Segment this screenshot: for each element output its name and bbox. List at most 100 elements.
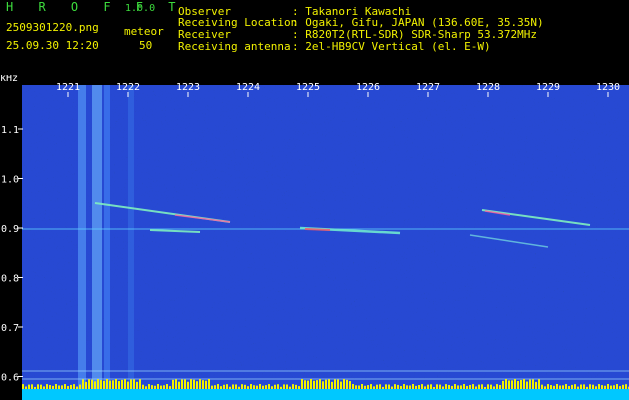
interference-band: [104, 85, 110, 390]
intensity-bar: [343, 379, 345, 389]
intensity-bar: [67, 385, 69, 389]
intensity-bar: [592, 384, 594, 389]
intensity-bar: [397, 384, 399, 389]
intensity-bar: [502, 380, 504, 389]
intensity-bar: [424, 386, 426, 389]
intensity-bar: [178, 381, 180, 389]
intensity-bar: [499, 385, 501, 389]
intensity-bar: [337, 379, 339, 389]
intensity-bar: [520, 379, 522, 389]
freq-tick-label: 1.1: [1, 125, 19, 136]
intensity-bar: [112, 380, 114, 389]
intensity-bar: [139, 379, 141, 389]
intensity-bar: [115, 379, 117, 389]
intensity-bar: [127, 381, 129, 389]
intensity-bar: [304, 380, 306, 389]
intensity-bar: [445, 384, 447, 389]
intensity-bar: [274, 384, 276, 389]
intensity-bar: [157, 384, 159, 389]
intensity-bar: [61, 385, 63, 389]
intensity-bar: [34, 386, 36, 389]
intensity-bar: [511, 380, 513, 389]
intensity-bar: [79, 384, 81, 389]
intensity-bar: [55, 384, 57, 389]
intensity-bar: [364, 385, 366, 389]
interference-band: [78, 85, 86, 390]
intensity-bar: [307, 380, 309, 389]
intensity-bar: [376, 384, 378, 389]
intensity-bar: [193, 379, 195, 389]
intensity-bar: [595, 386, 597, 389]
intensity-bar: [547, 384, 549, 389]
intensity-bar: [472, 384, 474, 389]
header-panel: H R O F F T 1.0.0 2509301220.png meteor …: [0, 0, 629, 75]
intensity-bar: [535, 381, 537, 389]
intensity-bar: [409, 385, 411, 389]
intensity-bar: [208, 379, 210, 389]
intensity-bar: [562, 385, 564, 389]
intensity-bar: [352, 384, 354, 389]
time-tick-label: 1227: [416, 82, 440, 93]
intensity-bar: [358, 385, 360, 389]
intensity-bar: [463, 384, 465, 389]
intensity-bar: [553, 385, 555, 389]
intensity-bar: [31, 384, 33, 389]
time-tick-label: 1226: [356, 82, 380, 93]
intensity-bar: [289, 386, 291, 389]
intensity-bar: [403, 384, 405, 389]
intensity-bar: [43, 386, 45, 389]
intensity-bar: [370, 384, 372, 389]
intensity-bar: [514, 379, 516, 389]
intensity-bar: [373, 386, 375, 389]
intensity-bar: [292, 384, 294, 389]
intensity-bar: [238, 386, 240, 389]
antenna-label: Receiving antenna: [178, 40, 291, 53]
intensity-bar: [286, 384, 288, 389]
intensity-bar: [577, 386, 579, 389]
intensity-bar: [316, 380, 318, 389]
intensity-bar: [346, 379, 348, 389]
intensity-bar: [91, 379, 93, 389]
intensity-bar: [253, 385, 255, 389]
intensity-bar: [214, 385, 216, 389]
intensity-bar: [190, 379, 192, 389]
intensity-bar: [598, 384, 600, 389]
intensity-bar: [154, 385, 156, 389]
intensity-bar: [106, 379, 108, 389]
intensity-bar: [250, 384, 252, 389]
intensity-bar: [451, 385, 453, 389]
intensity-bar: [508, 380, 510, 389]
meteor-label: meteor: [124, 25, 164, 38]
intensity-bar: [94, 381, 96, 389]
intensity-bar: [40, 384, 42, 389]
app-version: 1.0.0: [125, 3, 156, 14]
intensity-bar: [622, 384, 624, 389]
intensity-bar: [325, 379, 327, 389]
intensity-bar: [211, 385, 213, 389]
intensity-bar: [226, 384, 228, 389]
intensity-bar: [52, 385, 54, 389]
intensity-bar: [145, 386, 147, 389]
intensity-bar: [97, 379, 99, 389]
intensity-bar: [196, 381, 198, 389]
intensity-bar: [142, 384, 144, 389]
intensity-bar: [256, 385, 258, 389]
meteor-echo-core: [304, 228, 331, 231]
intensity-bar: [259, 384, 261, 389]
intensity-bar: [151, 385, 153, 389]
intensity-bar: [82, 379, 84, 389]
intensity-bar: [301, 379, 303, 389]
intensity-bar: [496, 384, 498, 389]
freq-tick-label: 0.9: [1, 224, 19, 235]
intensity-bar: [613, 385, 615, 389]
intensity-bar: [355, 385, 357, 389]
intensity-bar: [109, 380, 111, 389]
intensity-bar: [217, 384, 219, 389]
noise-texture: [22, 85, 629, 398]
intensity-bar: [442, 386, 444, 389]
intensity-bar: [448, 384, 450, 389]
intensity-bar: [382, 386, 384, 389]
intensity-bar: [568, 386, 570, 389]
intensity-bar: [223, 384, 225, 389]
intensity-bar: [295, 384, 297, 389]
